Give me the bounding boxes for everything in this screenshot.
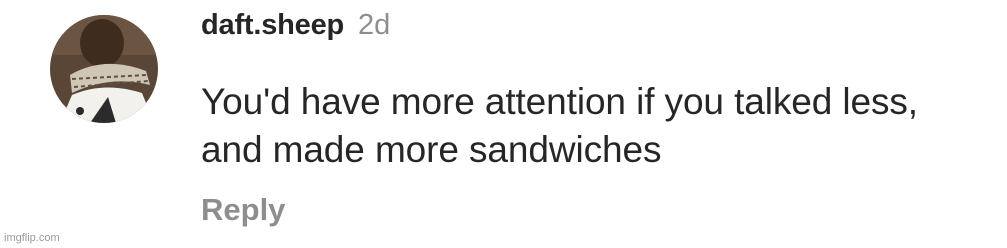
username-link[interactable]: daft.sheep [201, 9, 344, 42]
comment-item: daft.sheep 2d You'd have more attention … [0, 0, 1007, 248]
comment-timestamp: 2d [358, 9, 391, 41]
reply-button[interactable]: Reply [201, 192, 285, 228]
comment-text: You'd have more attention if you talked … [201, 81, 918, 170]
comment-body: daft.sheep 2d You'd have more attention … [201, 9, 991, 174]
user-avatar[interactable] [50, 15, 158, 123]
comment-meta: daft.sheep 2d [201, 9, 991, 53]
watermark-text: imgflip.com [4, 232, 60, 244]
avatar-photo-icon [50, 15, 158, 123]
